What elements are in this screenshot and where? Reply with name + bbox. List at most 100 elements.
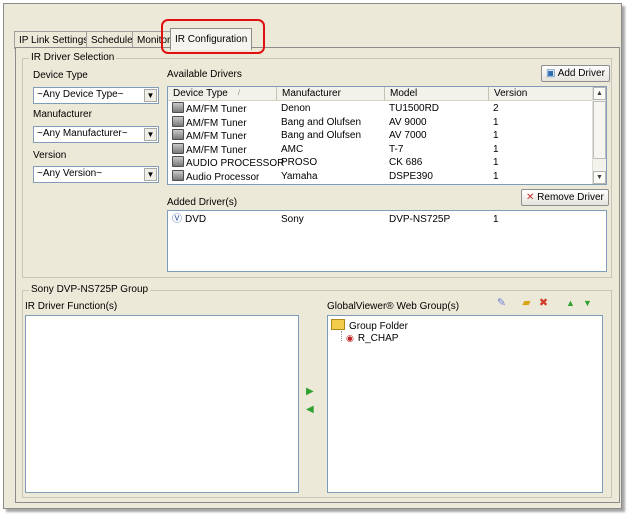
cell-model: TU1500RD	[389, 102, 439, 115]
added-drivers-label: Added Driver(s)	[167, 197, 238, 208]
table-row[interactable]: AM/FM Tuner Bang and Olufsen AV 7000 1	[168, 129, 588, 142]
version-select[interactable]: ~Any Version~ ▼	[33, 166, 159, 183]
table-row[interactable]: AUDIO PROCESSOR PROSO CK 686 1	[168, 156, 588, 169]
table-row[interactable]: AM/FM Tuner Bang and Olufsen AV 9000 1	[168, 115, 588, 130]
folder-icon	[331, 319, 345, 330]
tree-item-r-chap[interactable]: ◉ R_CHAP	[346, 332, 398, 344]
cell-manufacturer: Denon	[281, 102, 310, 115]
new-folder-icon[interactable]: ▰	[520, 297, 533, 310]
chevron-down-icon[interactable]: ▼	[144, 89, 157, 102]
cell-version: 1	[493, 116, 499, 129]
web-groups-tree[interactable]: Group Folder ◉ R_CHAP	[327, 315, 603, 493]
cell-device-type: AM/FM Tuner	[172, 115, 247, 130]
web-groups-label: GlobalViewer® Web Group(s)	[327, 301, 460, 312]
manufacturer-label: Manufacturer	[33, 109, 92, 120]
cell-manufacturer: Yamaha	[281, 170, 318, 183]
column-header-manufacturer[interactable]: Manufacturer	[277, 87, 385, 101]
scroll-thumb[interactable]	[593, 101, 606, 159]
column-header-label: Device Type	[173, 88, 228, 99]
device-type-select[interactable]: ~Any Device Type~ ▼	[33, 87, 159, 104]
group-title: Sony DVP-NS725P Group	[29, 284, 151, 295]
cell-text: CK 686	[389, 157, 423, 168]
cell-text: AMC	[281, 143, 304, 155]
cell-text: DVD	[185, 214, 207, 225]
cell-text: Denon	[281, 103, 311, 114]
cell-version: 1	[493, 213, 499, 226]
device-icon	[172, 115, 184, 127]
added-drivers-list[interactable]: Ⓥ DVD Sony DVP-NS725P 1	[167, 210, 607, 272]
device-type-value: ~Any Device Type~	[37, 89, 124, 100]
cell-device-type: AUDIO PROCESSOR	[172, 156, 284, 170]
cell-version: 1	[493, 156, 499, 169]
tree-item-label: R_CHAP	[357, 333, 399, 344]
available-drivers-list[interactable]: Device Type / Manufacturer Model Version …	[167, 86, 607, 185]
ir-driver-functions-list[interactable]	[25, 315, 299, 493]
cell-text: Sony	[281, 214, 304, 225]
remove-driver-icon: ✕	[526, 192, 535, 203]
table-row[interactable]: Audio Processor Yamaha DSPE390 1	[168, 169, 588, 183]
cell-device-type: AM/FM Tuner	[172, 102, 247, 116]
table-row[interactable]: AM/FM Tuner AMC T-7 1	[168, 142, 588, 157]
cell-text: PROSO	[281, 157, 318, 168]
manufacturer-value: ~Any Manufacturer~	[37, 128, 128, 139]
ir-signal-icon: ◉	[346, 333, 354, 343]
scroll-down-button[interactable]: ▼	[593, 171, 606, 184]
driver-group-section: Sony DVP-NS725P Group IR Driver Function…	[22, 284, 612, 498]
cell-text: Bang and Olufsen	[281, 130, 362, 141]
cell-text: AM/FM Tuner	[186, 104, 247, 115]
dvd-icon: Ⓥ	[172, 214, 182, 225]
ir-driver-functions-label: IR Driver Function(s)	[25, 301, 118, 312]
cell-model: AV 9000	[389, 116, 427, 129]
device-icon	[172, 102, 184, 113]
move-up-icon[interactable]: ▲	[564, 297, 577, 310]
rename-pencil-icon[interactable]: ✎	[495, 297, 508, 310]
cell-device-type: AM/FM Tuner	[172, 129, 247, 143]
cell-model: DVP-NS725P	[389, 213, 450, 226]
cell-manufacturer: Bang and Olufsen	[281, 129, 361, 142]
cell-version: 1	[493, 129, 499, 142]
cell-text: TU1500RD	[389, 103, 440, 114]
ir-configuration-page: IR Driver Selection Device Type ~Any Dev…	[15, 47, 620, 503]
table-row[interactable]: Ⓥ DVD Sony DVP-NS725P 1	[168, 213, 588, 226]
device-icon	[172, 169, 184, 181]
cell-model: CK 686	[389, 156, 422, 169]
column-header-device-type[interactable]: Device Type /	[168, 87, 277, 101]
version-label: Version	[33, 150, 67, 161]
cell-device-type: AM/FM Tuner	[172, 142, 247, 157]
column-header-label: Model	[390, 88, 418, 99]
tree-item-label: Group Folder	[349, 321, 408, 332]
device-icon	[172, 142, 184, 154]
chevron-down-icon[interactable]: ▼	[144, 168, 157, 181]
tab-ir-configuration[interactable]: IR Configuration	[170, 28, 253, 50]
available-drivers-scrollbar[interactable]: ▲ ▼	[592, 87, 606, 184]
cell-manufacturer: Sony	[281, 213, 304, 226]
remove-driver-button[interactable]: ✕ Remove Driver	[521, 189, 609, 206]
tab-label: Schedule	[91, 35, 133, 46]
move-right-icon[interactable]: ▶	[306, 386, 314, 397]
table-row[interactable]: AM/FM Tuner Denon TU1500RD 2	[168, 102, 588, 115]
available-drivers-label: Available Drivers	[167, 69, 242, 80]
cell-text: 1	[493, 157, 499, 168]
column-header-label: Version	[494, 88, 528, 99]
scroll-up-button[interactable]: ▲	[593, 87, 606, 100]
cell-version: 1	[493, 170, 499, 183]
chevron-down-icon[interactable]: ▼	[144, 128, 157, 141]
cell-version: 1	[493, 143, 499, 156]
column-header-version[interactable]: Version	[489, 87, 593, 101]
cell-text: Bang and Olufsen	[281, 116, 362, 128]
move-down-icon[interactable]: ▼	[581, 297, 594, 310]
manufacturer-select[interactable]: ~Any Manufacturer~ ▼	[33, 126, 159, 143]
device-icon	[172, 156, 184, 167]
tab-label: Monitor	[137, 35, 171, 46]
cell-text: AV 9000	[389, 116, 427, 128]
cell-text: 1	[493, 130, 499, 141]
delete-folder-icon[interactable]: ✖	[537, 297, 550, 310]
cell-text: DSPE390	[389, 170, 433, 182]
cell-text: Yamaha	[281, 170, 318, 182]
move-left-icon[interactable]: ◀	[306, 404, 314, 415]
add-driver-button[interactable]: ▣ Add Driver	[541, 65, 610, 82]
sort-ascending-icon: /	[238, 90, 240, 97]
column-header-model[interactable]: Model	[385, 87, 489, 101]
tree-item-group-folder[interactable]: Group Folder	[331, 319, 408, 332]
group-title: IR Driver Selection	[29, 52, 117, 63]
